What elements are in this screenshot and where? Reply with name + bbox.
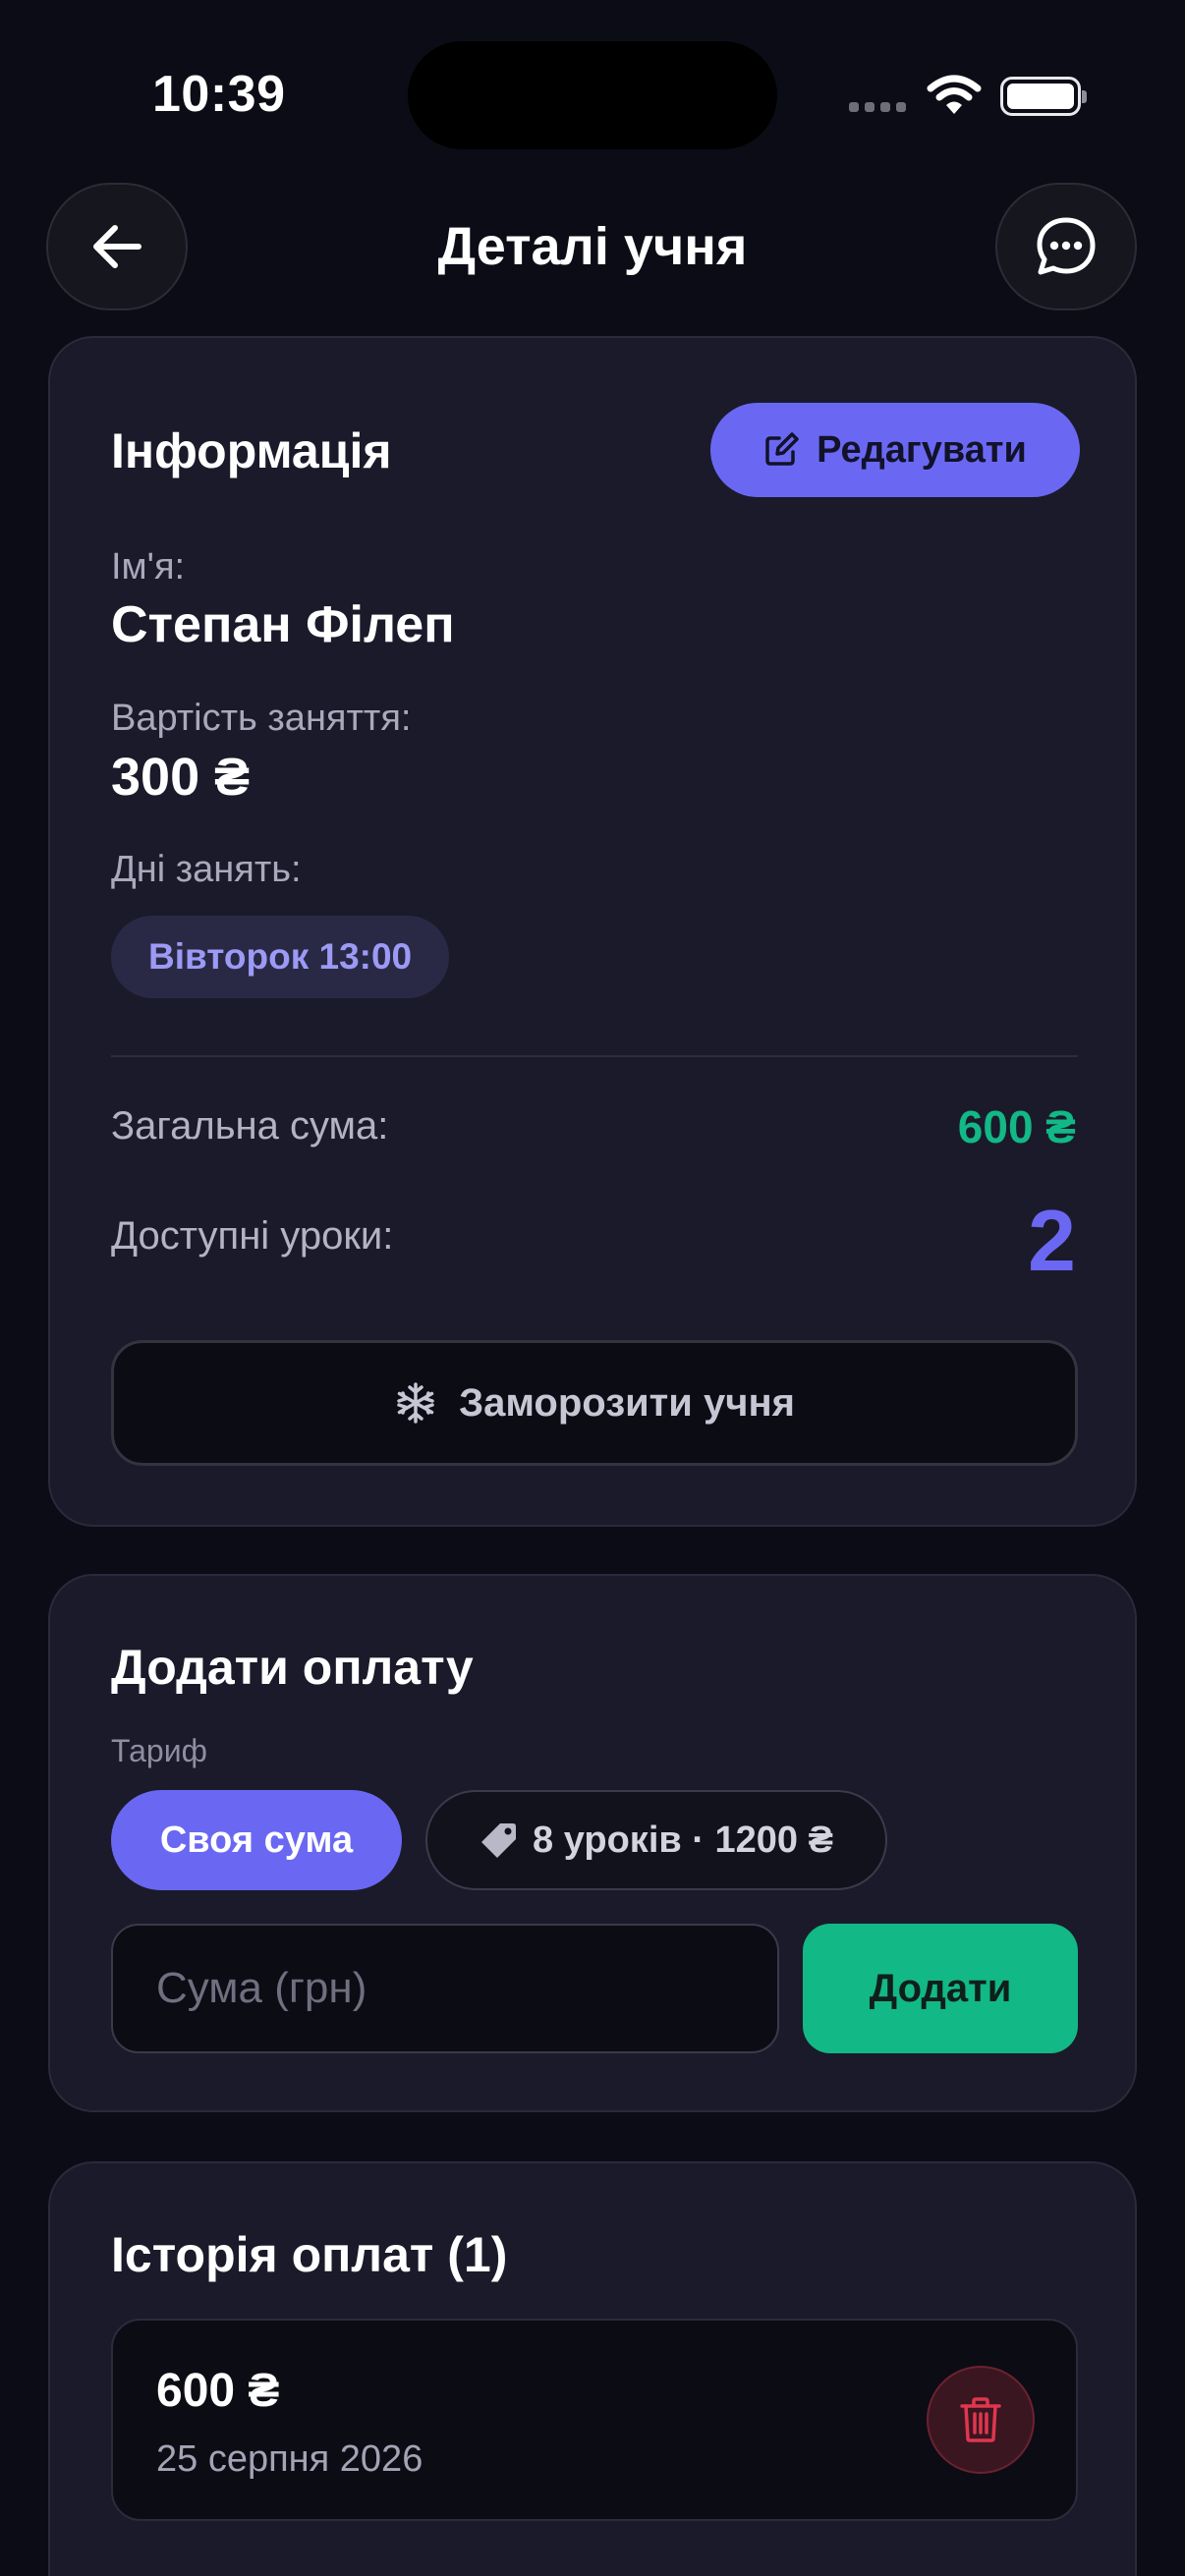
chat-bubble-icon <box>1037 217 1096 275</box>
payment-amount: 600 ₴ <box>156 2365 280 2417</box>
info-card: Інформація Редагувати Ім'я: Степан Філеп… <box>48 336 1137 1527</box>
edit-icon <box>765 432 799 466</box>
divider <box>111 1055 1078 1057</box>
amount-input[interactable] <box>111 1924 779 2053</box>
delete-payment-button[interactable] <box>927 2366 1035 2474</box>
payment-date: 25 серпня 2026 <box>156 2438 423 2480</box>
edit-button[interactable]: Редагувати <box>710 403 1080 497</box>
snowflake-icon <box>397 1382 434 1424</box>
add-payment-button[interactable]: Додати <box>803 1924 1078 2053</box>
status-time: 10:39 <box>152 66 286 123</box>
lessons-value: 2 <box>1028 1192 1076 1289</box>
cellular-signal-icon <box>849 102 906 112</box>
day-chip: Вівторок 13:00 <box>111 916 450 998</box>
payment-history-item: 600 ₴ 25 серпня 2026 <box>111 2319 1078 2521</box>
tag-icon <box>481 1823 517 1858</box>
freeze-student-button[interactable]: Заморозити учня <box>111 1340 1078 1466</box>
status-bar: 10:39 <box>0 0 1185 177</box>
student-details-screen: 10:39 Деталі учня Інформація Редагувати … <box>0 0 1185 2576</box>
name-label: Ім'я: <box>111 546 186 588</box>
add-payment-card: Додати оплату Тариф Своя сума 8 уроків ·… <box>48 1574 1137 2112</box>
tariff-label: Тариф <box>111 1733 207 1768</box>
chat-button[interactable] <box>995 183 1137 310</box>
edit-button-label: Редагувати <box>817 428 1027 471</box>
total-label: Загальна сума: <box>111 1104 389 1148</box>
student-name: Степан Філеп <box>111 596 455 653</box>
dynamic-island <box>408 41 777 149</box>
payment-history-card: Історія оплат (1) 600 ₴ 25 серпня 2026 <box>48 2161 1137 2576</box>
price-label: Вартість заняття: <box>111 698 412 739</box>
lessons-label: Доступні уроки: <box>111 1214 394 1258</box>
total-value: 600 ₴ <box>957 1101 1076 1152</box>
tariff-chip-package-label: 8 уроків · 1200 ₴ <box>533 1819 833 1861</box>
battery-icon <box>1000 77 1087 116</box>
freeze-student-label: Заморозити учня <box>459 1380 795 1425</box>
tariff-chip-package[interactable]: 8 уроків · 1200 ₴ <box>425 1790 887 1890</box>
info-card-title: Інформація <box>111 423 392 478</box>
days-label: Дні занять: <box>111 849 302 890</box>
payment-history-title: Історія оплат (1) <box>111 2227 508 2282</box>
price-value: 300 ₴ <box>111 748 251 807</box>
wifi-icon <box>927 75 982 114</box>
trash-icon <box>960 2397 1001 2442</box>
add-payment-title: Додати оплату <box>111 1640 474 1695</box>
tariff-chip-own-sum[interactable]: Своя сума <box>111 1790 402 1890</box>
